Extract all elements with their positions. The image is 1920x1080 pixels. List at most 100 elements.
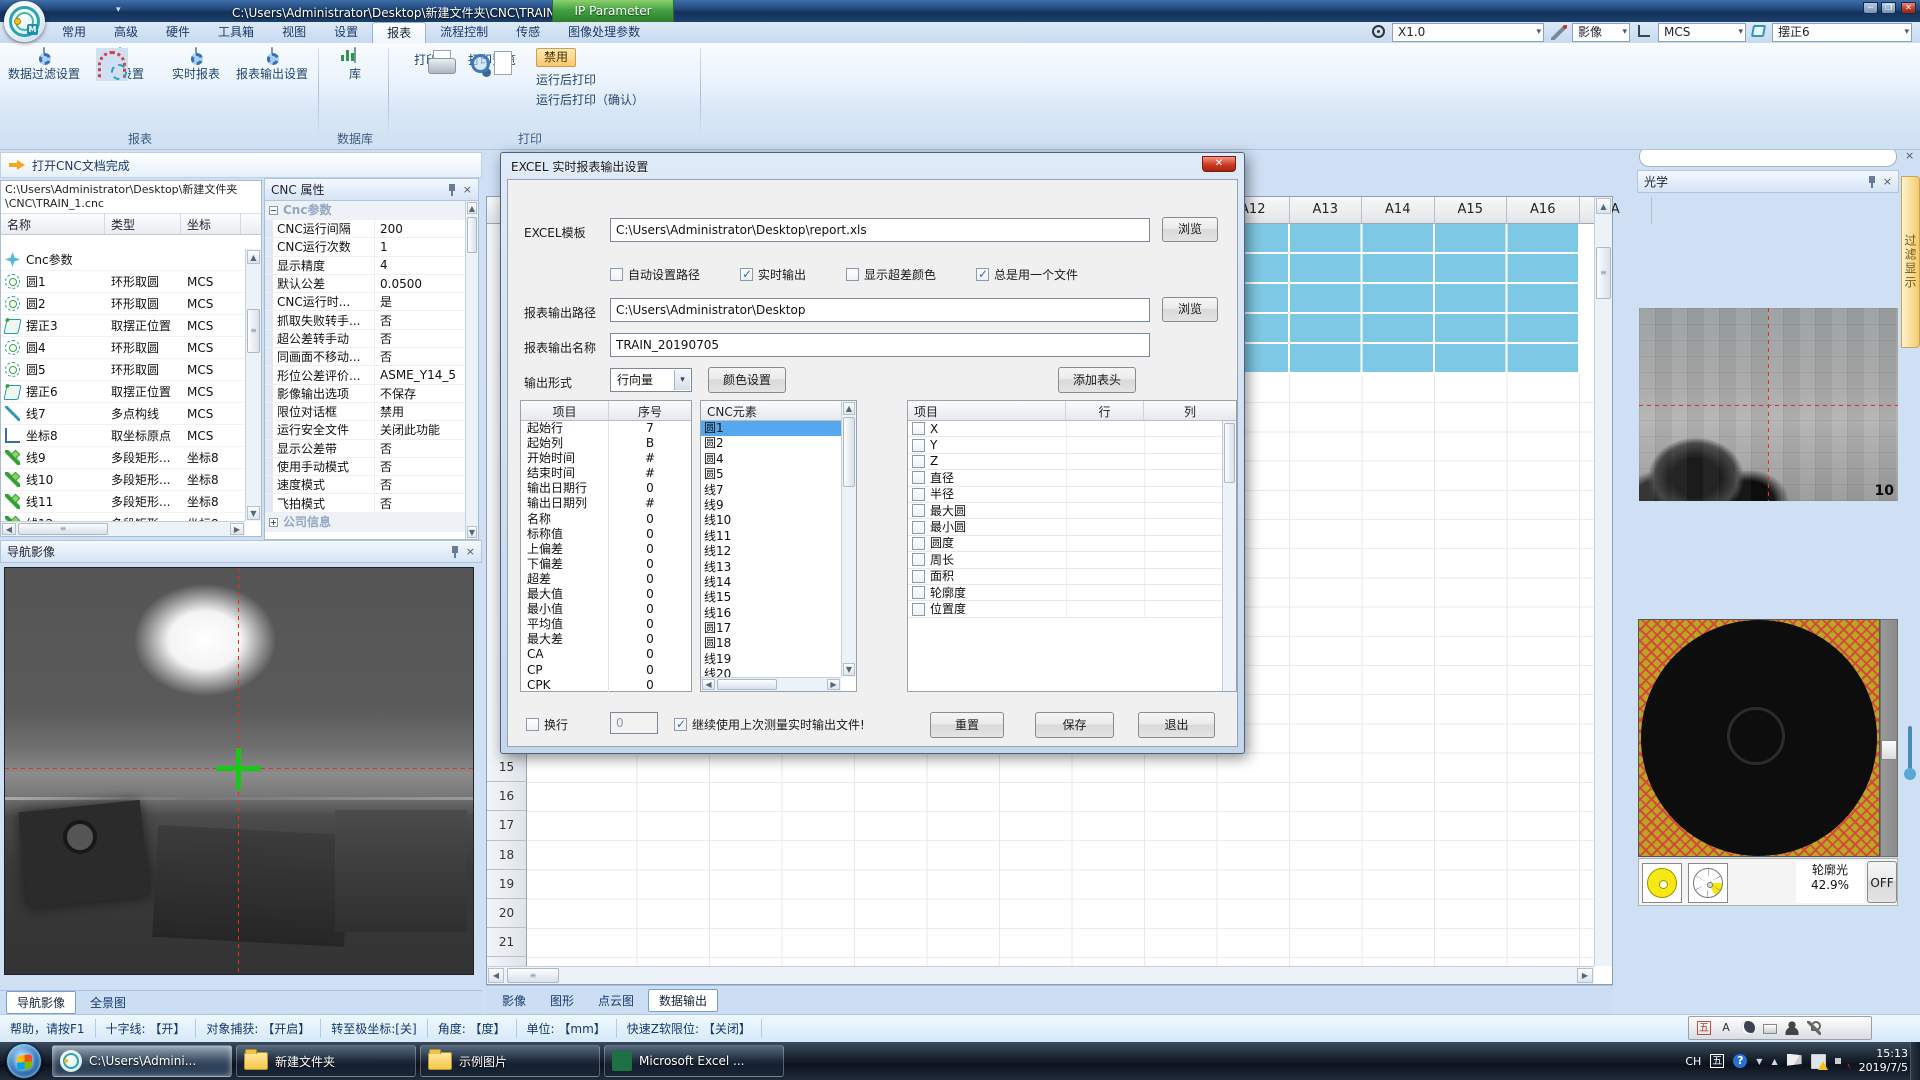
ribbon-button[interactable]: 实时报表 [158, 48, 234, 82]
checkbox-icon[interactable] [912, 570, 925, 583]
property-row[interactable]: 运行安全文件 关闭此功能 [265, 421, 465, 439]
item-row[interactable]: 起始行 7 [521, 421, 691, 436]
scroll-up-icon[interactable]: ▲ [247, 250, 260, 264]
elements-horizontal-scrollbar[interactable]: ◀ ▶ [701, 677, 841, 691]
property-row[interactable]: 同画面不移动... 否 [265, 348, 465, 366]
print-after-run-item[interactable]: 运行后打印 [536, 71, 596, 88]
taskbar-button[interactable]: 新建文件夹 [236, 1045, 416, 1077]
option-checkbox[interactable]: 实时输出 [740, 266, 806, 283]
checkbox-icon[interactable] [912, 553, 925, 566]
browse-output-button[interactable]: 浏览 [1162, 297, 1218, 322]
column-option-row[interactable]: 最小圆 [908, 519, 1236, 535]
expand-icon[interactable] [269, 518, 278, 527]
ime-wubi-icon[interactable]: 五 [1710, 1054, 1724, 1068]
tree-row[interactable]: 圆1 环形取圆 MCS [1, 271, 245, 293]
element-item[interactable]: 线7 [701, 483, 841, 498]
element-item[interactable]: 圆5 [701, 467, 841, 482]
scroll-right-icon[interactable]: ▶ [827, 679, 840, 690]
item-row[interactable]: 最小值 0 [521, 602, 691, 617]
column-option-row[interactable]: X [908, 421, 1236, 437]
tree-row[interactable]: 线11 多段矩形... 坐标8 [1, 491, 245, 513]
scroll-down-icon[interactable]: ▼ [467, 526, 477, 538]
checkbox-icon[interactable] [912, 586, 925, 599]
document-view-tab[interactable]: 影像 [492, 990, 536, 1011]
column-option-row[interactable]: Z [908, 454, 1236, 470]
pin-icon[interactable] [1867, 176, 1877, 188]
library-button[interactable]: 库 [330, 48, 380, 82]
tree-row[interactable]: 摆正6 取摆正位置 MCS [1, 381, 245, 403]
column-option-row[interactable]: 最大圆 [908, 503, 1236, 519]
checkbox-icon[interactable] [912, 537, 925, 550]
property-row[interactable]: 超公差转手动 否 [265, 330, 465, 348]
coordinate-system-combo[interactable]: MCS [1658, 23, 1746, 42]
property-row[interactable]: 影像输出选项 不保存 [265, 385, 465, 403]
property-row[interactable]: 速度模式 否 [265, 476, 465, 494]
column-option-row[interactable]: Y [908, 437, 1236, 453]
color-settings-button[interactable]: 颜色设置 [708, 367, 786, 393]
language-indicator[interactable]: CH [1685, 1055, 1701, 1068]
ribbon-button[interactable]: 数据过滤设置 [6, 48, 82, 82]
property-row[interactable]: 限位对话框 禁用 [265, 403, 465, 421]
element-item[interactable]: 线15 [701, 590, 841, 605]
element-item[interactable]: 线19 [701, 652, 841, 667]
scroll-thumb[interactable]: ≡ [247, 309, 260, 353]
clock[interactable]: 15:13 2019/7/5 [1859, 1047, 1908, 1075]
scroll-thumb[interactable] [843, 417, 855, 487]
sheet-row-number[interactable]: 20 [487, 899, 527, 928]
print-preview-button[interactable]: 打印预览 [458, 48, 526, 68]
ime-wubi-icon[interactable]: 五 [1697, 1021, 1711, 1035]
pin-icon[interactable] [450, 546, 460, 558]
scroll-down-icon[interactable]: ▼ [843, 663, 855, 676]
scroll-right-icon[interactable]: ▶ [230, 523, 244, 535]
wrap-checkbox[interactable]: 换行 [526, 716, 568, 733]
tree-row[interactable]: 圆5 环形取圆 MCS [1, 359, 245, 381]
browse-template-button[interactable]: 浏览 [1162, 217, 1218, 242]
document-view-tab[interactable]: 图形 [540, 990, 584, 1011]
save-button[interactable]: 保存 [1035, 712, 1114, 738]
scroll-up-icon[interactable]: ▲ [843, 402, 855, 415]
sheet-row-number[interactable]: 17 [487, 811, 527, 840]
checkbox-icon[interactable] [912, 504, 925, 517]
taskbar-button[interactable]: Microsoft Excel ... [604, 1045, 784, 1077]
item-row[interactable]: 平均值 0 [521, 617, 691, 632]
tree-horizontal-scrollbar[interactable]: ◀ ≡ ▶ [1, 521, 245, 536]
checkbox-icon[interactable] [912, 471, 925, 484]
item-row[interactable]: 起始列 B [521, 436, 691, 451]
sheet-row-number[interactable]: 16 [487, 782, 527, 811]
element-item[interactable]: 线10 [701, 513, 841, 528]
element-item[interactable]: 圆17 [701, 621, 841, 636]
light-intensity-slider[interactable] [1880, 619, 1898, 857]
ribbon-tab[interactable]: 常用 [48, 22, 100, 43]
item-row[interactable]: 名称 0 [521, 512, 691, 527]
alignment-combo[interactable]: 摆正6 [1772, 23, 1912, 42]
nav-panel-tab[interactable]: 导航影像 [6, 991, 76, 1014]
sheet-column-header[interactable]: A14 [1362, 197, 1435, 224]
property-row[interactable]: 显示公差带 否 [265, 440, 465, 458]
scroll-left-icon[interactable]: ◀ [488, 968, 504, 983]
optical-zoom-image[interactable]: 10 [1639, 308, 1898, 501]
sheet-column-header[interactable]: A16 [1507, 197, 1580, 224]
sheet-row-number[interactable]: 22 [487, 957, 527, 964]
element-item[interactable]: 线16 [701, 606, 841, 621]
tree-row[interactable]: 圆2 环形取圆 MCS [1, 293, 245, 315]
sector-light-button[interactable] [1688, 863, 1728, 903]
tree-row[interactable]: 摆正3 取摆正位置 MCS [1, 315, 245, 337]
item-row[interactable]: 标称值 0 [521, 527, 691, 542]
ribbon-tab[interactable]: 传感 [502, 22, 554, 43]
item-row[interactable]: CP 0 [521, 663, 691, 678]
close-icon[interactable] [1883, 176, 1892, 187]
start-button[interactable] [6, 1043, 42, 1079]
scroll-left-icon[interactable]: ◀ [702, 679, 715, 690]
close-icon[interactable] [1905, 150, 1914, 161]
quick-access-caret-icon[interactable]: ▾ [116, 5, 121, 15]
ribbon-tab[interactable]: 图像处理参数 [554, 22, 654, 43]
property-row[interactable]: 使用手动模式 否 [265, 458, 465, 476]
sheet-column-header[interactable]: A15 [1435, 197, 1508, 224]
sheet-column-header[interactable]: A [1580, 197, 1653, 224]
column-option-row[interactable]: 半径 [908, 487, 1236, 503]
tree-vertical-scrollbar[interactable]: ▲ ≡ ▼ [245, 249, 261, 521]
checkbox-icon[interactable] [912, 455, 925, 468]
volume-muted-icon[interactable] [1835, 1054, 1850, 1069]
tree-row[interactable]: 线7 多点构线 MCS [1, 403, 245, 425]
checkbox-icon[interactable] [526, 718, 539, 731]
